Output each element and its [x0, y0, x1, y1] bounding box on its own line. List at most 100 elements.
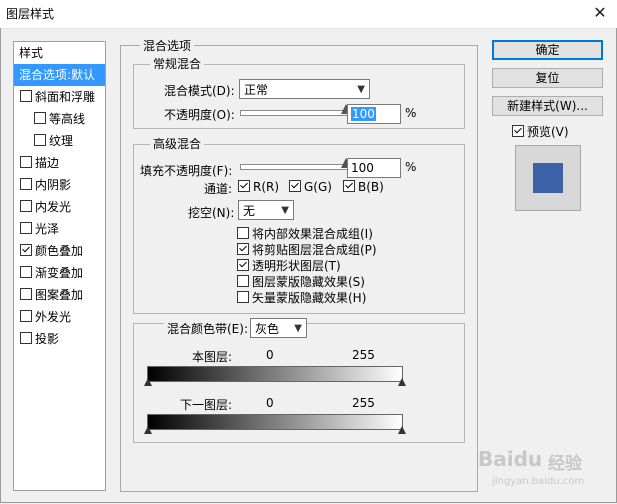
channel-b-label: B(B): [358, 180, 384, 194]
blend-mode-label: 混合模式(D):: [164, 84, 235, 98]
window-title: 图层样式: [6, 7, 55, 21]
channel-g-label: G(G): [304, 180, 332, 194]
underlying-layer-max: 255: [352, 396, 375, 410]
this-layer-black-slider[interactable]: [144, 378, 152, 386]
watermark-brand: Baidu: [478, 447, 543, 471]
sidebar-item-outer-glow[interactable]: 外发光: [14, 306, 105, 328]
sidebar-item-blending-options[interactable]: 混合选项:默认: [14, 64, 105, 86]
this-layer-white-slider[interactable]: [398, 378, 406, 386]
checkbox[interactable]: [20, 244, 32, 256]
sidebar-item-pattern-overlay[interactable]: 图案叠加: [14, 284, 105, 306]
option-label: 透明形状图层(T): [252, 259, 341, 273]
close-icon[interactable]: ✕: [588, 2, 612, 24]
option-layer-mask-hides[interactable]: 图层蒙版隐藏效果(S): [237, 273, 365, 290]
channel-g[interactable]: G(G): [289, 180, 332, 194]
knockout-value: 无: [243, 204, 256, 218]
sidebar-item-label: 光泽: [35, 222, 60, 236]
fill-opacity-input[interactable]: 100: [347, 158, 401, 178]
sidebar-item-label: 等高线: [49, 112, 86, 126]
sidebar-item-gradient-overlay[interactable]: 渐变叠加: [14, 262, 105, 284]
sidebar-item-label: 投影: [35, 332, 60, 346]
opacity-input[interactable]: 100: [347, 104, 401, 124]
channels-label: 通道:: [204, 182, 233, 196]
sidebar-item-inner-shadow[interactable]: 内阴影: [14, 174, 105, 196]
checkbox[interactable]: [512, 125, 524, 137]
chevron-down-icon: ▼: [281, 205, 289, 216]
checkbox[interactable]: [343, 180, 355, 192]
this-layer-label: 本图层:: [192, 350, 233, 364]
checkbox[interactable]: [20, 266, 32, 278]
checkbox[interactable]: [20, 90, 32, 102]
blend-mode-dropdown[interactable]: 正常 ▼: [239, 79, 370, 99]
preview-toggle[interactable]: 预览(V): [512, 123, 569, 140]
title-bar: 图层样式 ✕: [0, 0, 617, 29]
sidebar-item-contour[interactable]: 等高线: [14, 108, 105, 130]
knockout-dropdown[interactable]: 无 ▼: [238, 200, 294, 220]
checkbox[interactable]: [237, 291, 249, 303]
sidebar-item-texture[interactable]: 纹理: [14, 130, 105, 152]
option-transparency-shapes[interactable]: 透明形状图层(T): [237, 257, 341, 274]
option-label: 矢量蒙版隐藏效果(H): [252, 291, 367, 305]
ok-button[interactable]: 确定: [492, 40, 603, 60]
sidebar-item-label: 外发光: [35, 310, 72, 324]
styles-sidebar: 样式 混合选项:默认 斜面和浮雕 等高线 纹理 描边 内阴影 内发光 光泽 颜色…: [13, 41, 106, 491]
underlying-layer-black-slider[interactable]: [144, 426, 152, 434]
sidebar-item-inner-glow[interactable]: 内发光: [14, 196, 105, 218]
this-layer-max: 255: [352, 348, 375, 362]
option-blend-interior[interactable]: 将内部效果混合成组(I): [237, 225, 373, 242]
blend-if-label: 混合颜色带(E):: [164, 320, 251, 337]
checkbox[interactable]: [20, 222, 32, 234]
chevron-down-icon: ▼: [294, 323, 302, 334]
fill-opacity-slider-track[interactable]: [240, 164, 348, 170]
checkbox[interactable]: [20, 156, 32, 168]
underlying-layer-label: 下一图层:: [180, 398, 233, 412]
checkbox[interactable]: [34, 112, 46, 124]
sidebar-item-label: 描边: [35, 156, 60, 170]
checkbox[interactable]: [20, 288, 32, 300]
watermark-url: jingyan.baidu.com: [492, 476, 585, 487]
opacity-label: 不透明度(O):: [164, 108, 235, 122]
underlying-layer-min: 0: [266, 396, 274, 410]
option-blend-clipped[interactable]: 将剪贴图层混合成组(P): [237, 241, 377, 258]
preview-swatch: [533, 163, 563, 193]
sidebar-item-bevel-emboss[interactable]: 斜面和浮雕: [14, 86, 105, 108]
knockout-label: 挖空(N):: [188, 206, 235, 220]
blend-if-value: 灰色: [255, 322, 280, 336]
fill-opacity-percent: %: [405, 160, 417, 174]
checkbox[interactable]: [237, 275, 249, 287]
checkbox[interactable]: [20, 200, 32, 212]
blend-if-dropdown[interactable]: 灰色 ▼: [250, 318, 307, 338]
checkbox[interactable]: [289, 180, 301, 192]
sidebar-item-satin[interactable]: 光泽: [14, 218, 105, 240]
sidebar-item-label: 渐变叠加: [35, 266, 84, 280]
sidebar-item-label: 纹理: [49, 134, 74, 148]
general-blending-title: 常规混合: [150, 55, 205, 72]
fill-opacity-label: 填充不透明度(F):: [140, 164, 233, 178]
checkbox[interactable]: [237, 227, 249, 239]
option-label: 图层蒙版隐藏效果(S): [252, 275, 365, 289]
opacity-percent: %: [405, 106, 417, 120]
sidebar-item-drop-shadow[interactable]: 投影: [14, 328, 105, 350]
checkbox[interactable]: [20, 178, 32, 190]
option-vector-mask-hides[interactable]: 矢量蒙版隐藏效果(H): [237, 289, 366, 306]
this-layer-min: 0: [266, 348, 274, 362]
checkbox[interactable]: [237, 243, 249, 255]
opacity-value: 100: [351, 107, 376, 121]
preview-label: 预览(V): [527, 125, 569, 139]
checkbox[interactable]: [20, 310, 32, 322]
reset-button[interactable]: 复位: [492, 68, 603, 88]
opacity-slider-track[interactable]: [240, 110, 348, 116]
channel-b[interactable]: B(B): [343, 180, 384, 194]
channel-r[interactable]: R(R): [238, 180, 279, 194]
new-style-button[interactable]: 新建样式(W)...: [492, 96, 603, 116]
sidebar-item-stroke[interactable]: 描边: [14, 152, 105, 174]
checkbox[interactable]: [34, 134, 46, 146]
sidebar-item-label: 图案叠加: [35, 288, 84, 302]
checkbox[interactable]: [237, 259, 249, 271]
sidebar-item-color-overlay[interactable]: 颜色叠加: [14, 240, 105, 262]
underlying-layer-white-slider[interactable]: [398, 426, 406, 434]
checkbox[interactable]: [20, 332, 32, 344]
chevron-down-icon: ▼: [357, 84, 365, 95]
checkbox[interactable]: [238, 180, 250, 192]
channel-r-label: R(R): [253, 180, 280, 194]
